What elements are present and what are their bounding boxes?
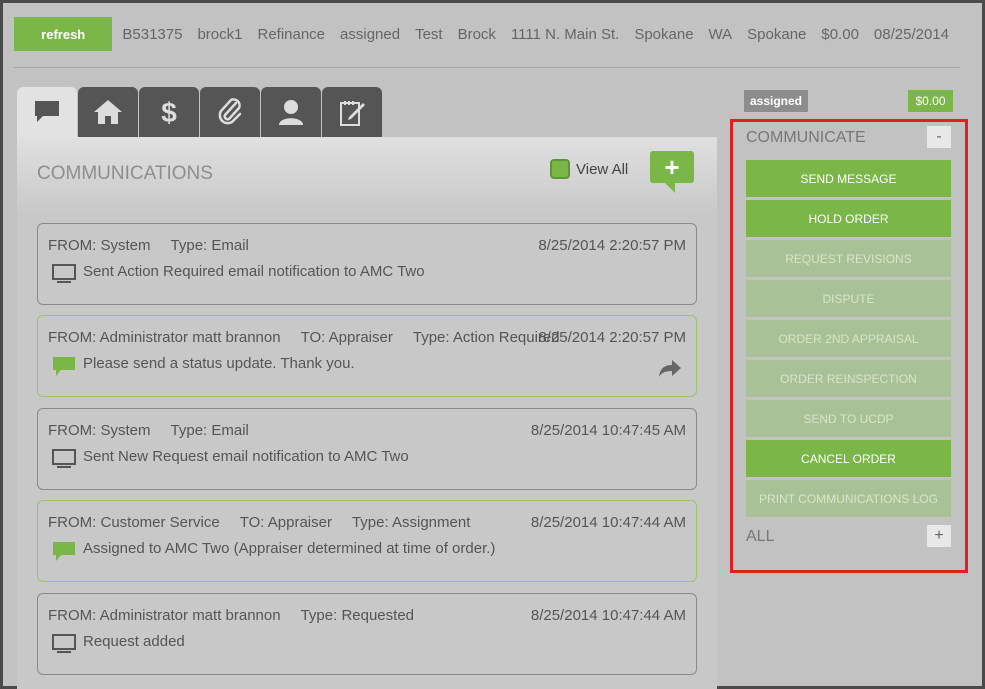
message-type: Type: Email: [170, 237, 249, 254]
chat-bubble-icon: [53, 542, 75, 561]
view-all-checkbox[interactable]: [550, 159, 570, 179]
monitor-icon: [52, 449, 76, 468]
property-city: Spokane: [634, 25, 694, 43]
tab-property[interactable]: [78, 87, 138, 137]
message-from: FROM: Customer Service: [48, 514, 220, 531]
monitor-icon: [52, 264, 76, 283]
tab-billing[interactable]: $: [139, 87, 199, 137]
message-from: FROM: Administrator matt brannon: [48, 607, 281, 624]
communicate-header: COMMUNICATE: [746, 129, 866, 146]
order-date: 08/25/2014: [873, 25, 949, 43]
loan-type: Refinance: [257, 25, 326, 43]
order-status: assigned: [340, 25, 401, 43]
message-text: Sent Action Required email notification …: [83, 263, 425, 280]
add-message-button-tail: [663, 181, 675, 193]
message-item[interactable]: FROM: Customer Service TO: Appraiser Type:…: [37, 500, 697, 582]
view-all-toggle[interactable]: View All: [550, 159, 628, 179]
tab-notes[interactable]: [322, 87, 382, 137]
svg-text:$: $: [161, 97, 177, 127]
order-2nd-appraisal-button[interactable]: ORDER 2ND APPRAISAL: [746, 320, 951, 357]
header-divider: [14, 67, 960, 68]
message-item[interactable]: FROM: System Type: Email 8/25/2014 2:20:5…: [37, 223, 697, 305]
property-county: Spokane: [747, 25, 807, 43]
message-date: 8/25/2014 2:20:57 PM: [538, 237, 686, 254]
monitor-icon: [52, 634, 76, 653]
tab-communications[interactable]: [17, 87, 77, 137]
send-to-ucdp-button[interactable]: SEND TO UCDP: [746, 400, 951, 437]
amount-badge: $0.00: [908, 90, 953, 112]
paperclip-icon: [218, 98, 242, 125]
refresh-button[interactable]: refresh: [14, 17, 113, 51]
add-message-button[interactable]: +: [650, 151, 694, 183]
cancel-order-button[interactable]: CANCEL ORDER: [746, 440, 951, 477]
status-badge: assigned: [744, 90, 808, 112]
message-date: 8/25/2014 10:47:44 AM: [530, 514, 686, 531]
home-icon: [94, 100, 122, 124]
message-meta: FROM: Administrator matt brannon Type: Re…: [48, 607, 434, 624]
print-communications-log-button[interactable]: PRINT COMMUNICATIONS LOG: [746, 480, 951, 517]
order-fee: $0.00: [821, 25, 859, 43]
property-address: 1111 N. Main St.: [510, 25, 620, 43]
all-expand-button[interactable]: +: [927, 525, 951, 547]
property-state: WA: [708, 25, 733, 43]
view-all-label: View All: [576, 160, 629, 178]
message-meta: FROM: System Type: Email: [48, 237, 269, 254]
message-type: Type: Assignment: [351, 514, 471, 531]
message-text: Request added: [83, 633, 185, 650]
message-to: TO: Appraiser: [239, 514, 332, 531]
message-text: Assigned to AMC Two (Appraiser determine…: [83, 540, 496, 557]
order-reinspection-button[interactable]: ORDER REINSPECTION: [746, 360, 951, 397]
dispute-button[interactable]: DISPUTE: [746, 280, 951, 317]
message-from: FROM: System: [48, 422, 151, 439]
message-meta: FROM: Administrator matt brannon TO: Appr…: [48, 329, 580, 346]
message-item[interactable]: FROM: System Type: Email 8/25/2014 10:47:…: [37, 408, 697, 490]
tab-contacts[interactable]: [261, 87, 321, 137]
order-number: B531375: [122, 25, 183, 43]
order-header: refresh B531375 brock1 Refinance assigne…: [14, 14, 964, 54]
forward-arrow-icon[interactable]: [658, 358, 682, 378]
message-date: 8/25/2014 10:47:44 AM: [530, 607, 686, 624]
message-from: FROM: System: [48, 237, 151, 254]
chat-bubble-icon: [35, 101, 59, 122]
borrower-last-name: Brock: [457, 25, 496, 43]
message-type: Type: Email: [170, 422, 249, 439]
hold-order-button[interactable]: HOLD ORDER: [746, 200, 951, 237]
page-title: COMMUNICATIONS: [37, 163, 213, 184]
tab-attachments[interactable]: [200, 87, 260, 137]
all-section-header: ALL: [746, 528, 775, 545]
send-message-button[interactable]: SEND MESSAGE: [746, 160, 951, 197]
communicate-collapse-button[interactable]: -: [927, 126, 951, 148]
message-item[interactable]: FROM: Administrator matt brannon Type: Re…: [37, 593, 697, 675]
message-text: Please send a status update. Thank you.: [83, 355, 355, 372]
communications-panel: COMMUNICATIONS View All + FROM: System Ty…: [17, 137, 717, 689]
person-icon: [279, 100, 303, 125]
message-to: TO: Appraiser: [300, 329, 393, 346]
message-meta: FROM: System Type: Email: [48, 422, 269, 439]
message-item[interactable]: FROM: Administrator matt brannon TO: Appr…: [37, 315, 697, 397]
message-date: 8/25/2014 10:47:45 AM: [530, 422, 686, 439]
borrower-first-name: Test: [415, 25, 443, 43]
message-type: Type: Requested: [300, 607, 415, 624]
notepad-edit-icon: [340, 101, 365, 126]
tab-bar: $: [17, 87, 383, 137]
chat-bubble-icon: [53, 357, 75, 376]
message-text: Sent New Request email notification to A…: [83, 448, 409, 465]
request-revisions-button[interactable]: REQUEST REVISIONS: [746, 240, 951, 277]
message-from: FROM: Administrator matt brannon: [48, 329, 281, 346]
dollar-icon: $: [161, 97, 177, 127]
client-id: brock1: [197, 25, 243, 43]
message-date: 8/25/2014 2:20:57 PM: [538, 329, 686, 346]
message-meta: FROM: Customer Service TO: Appraiser Type:…: [48, 514, 490, 531]
